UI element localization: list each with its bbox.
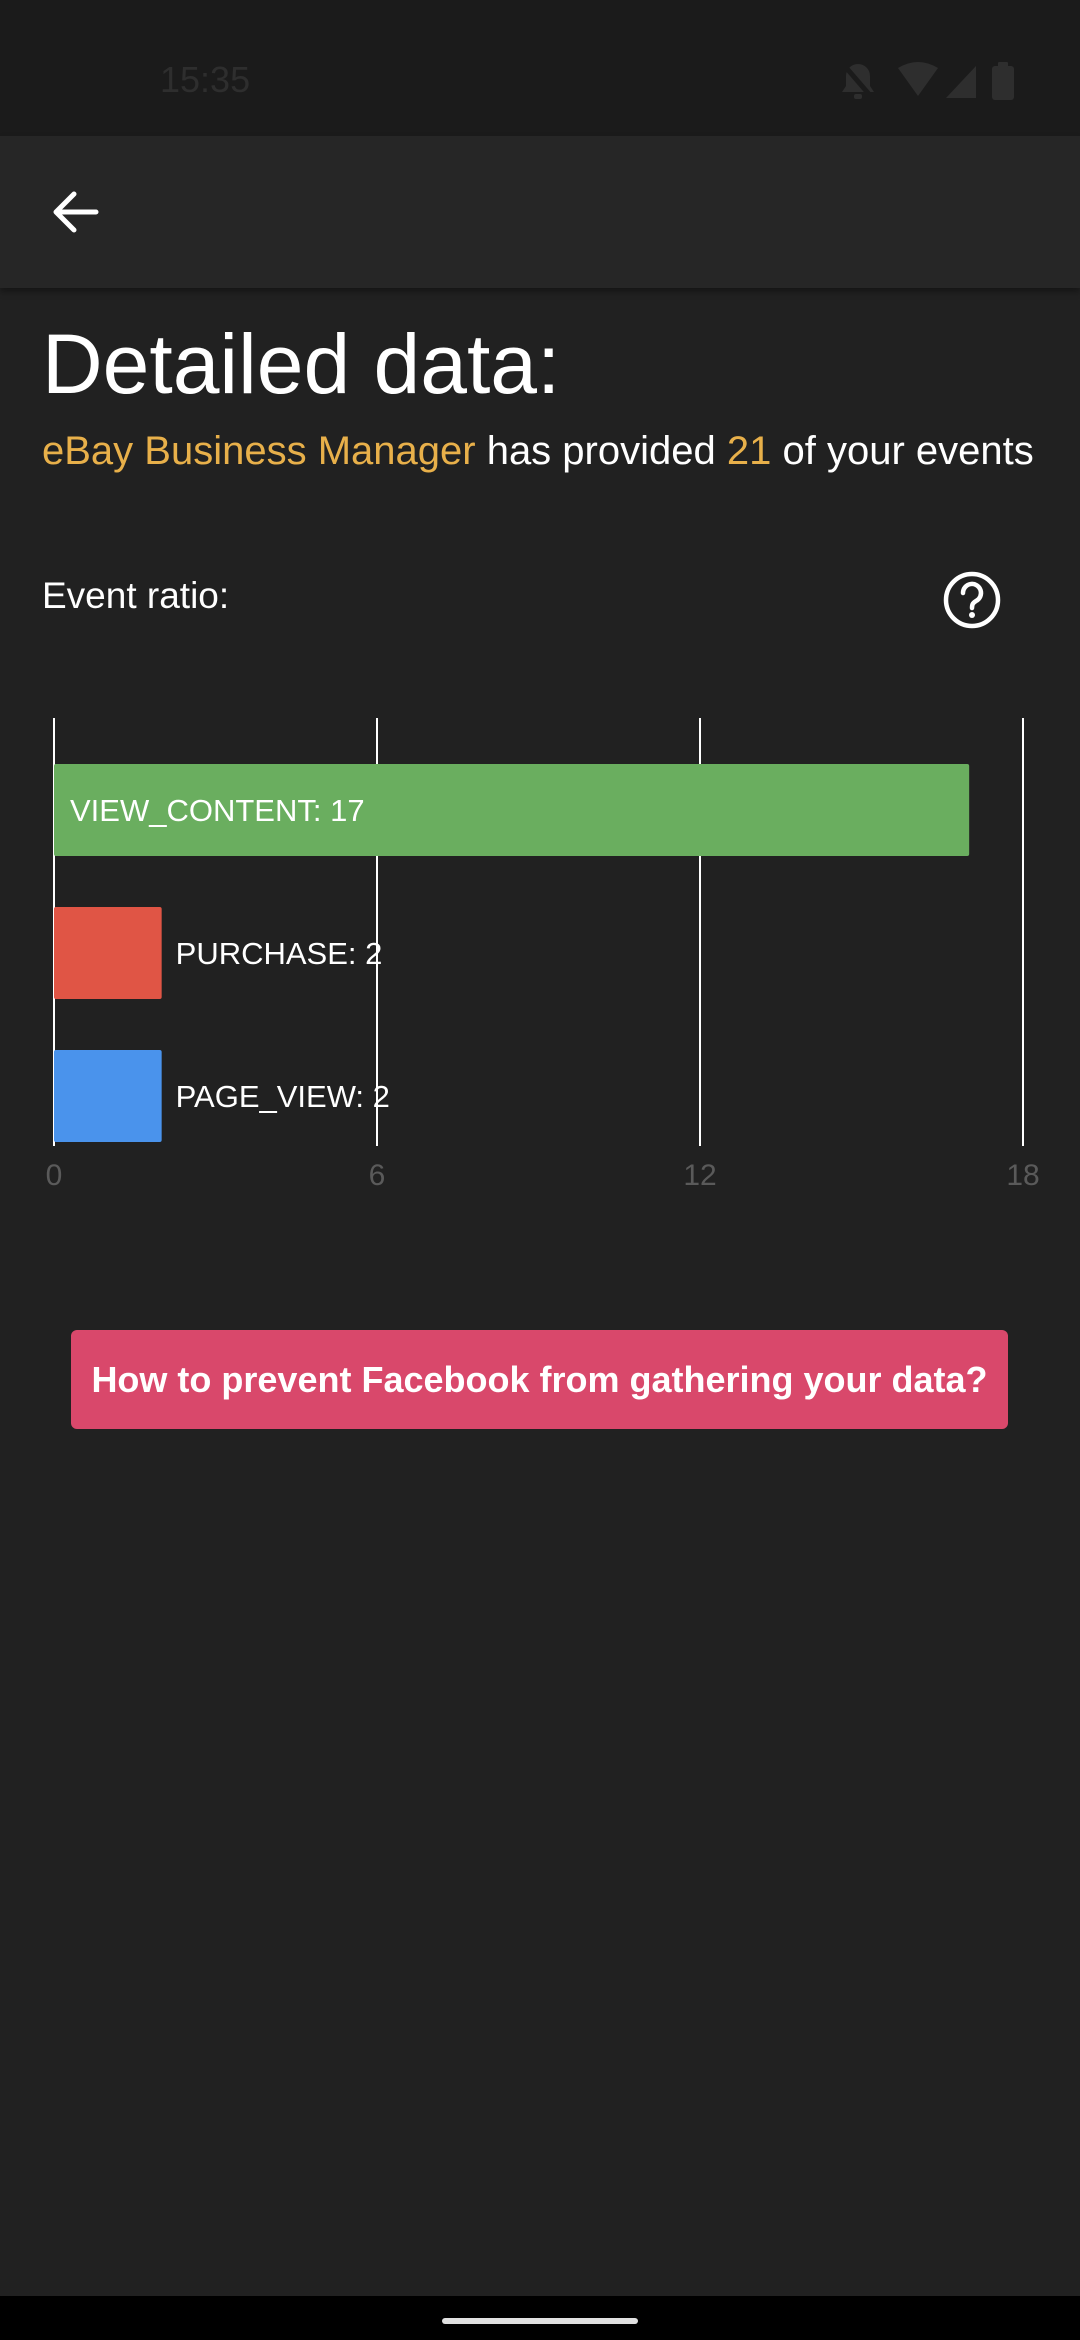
summary-end: of your events — [771, 429, 1034, 473]
event-ratio-chart: 0 6 12 18 VIEW_CONTENT: 17 PURCHASE: 2 PAGE_VI… — [0, 708, 1080, 1228]
navigation-bar — [0, 2296, 1080, 2340]
prevent-data-gathering-button[interactable]: How to prevent Facebook from gathering y… — [71, 1330, 1008, 1429]
bar-chart: 0 6 12 18 VIEW_CONTENT: 17 PURCHASE: 2 PAGE_VI… — [46, 718, 1040, 1192]
page-title: Detailed data: — [42, 317, 561, 411]
back-button[interactable] — [36, 172, 116, 252]
bar — [54, 1050, 162, 1142]
x-tick-label: 0 — [46, 1159, 63, 1192]
bar — [54, 907, 162, 999]
help-button[interactable] — [942, 570, 1002, 630]
event-count: 21 — [726, 429, 772, 473]
x-tick-label: 6 — [369, 1159, 386, 1192]
battery-icon — [992, 62, 1014, 100]
summary-mid: has provided — [475, 429, 727, 473]
event-ratio-label: Event ratio: — [42, 575, 230, 616]
app-name: eBay Business Manager — [42, 429, 476, 473]
status-icons — [840, 60, 1040, 104]
bar-label: PURCHASE: 2 — [176, 936, 383, 971]
signal-icon — [946, 66, 976, 98]
summary-text: eBay Business Manager has provided 21 of… — [42, 426, 1042, 476]
status-bar: 15:35 — [0, 0, 1080, 136]
x-tick-label: 12 — [683, 1159, 716, 1192]
help-circle-icon — [943, 571, 1001, 629]
app-bar — [0, 136, 1080, 288]
bar-label: VIEW_CONTENT: 17 — [70, 793, 365, 828]
arrow-left-icon — [53, 191, 99, 233]
status-time: 15:35 — [160, 59, 251, 100]
wifi-icon — [898, 62, 938, 96]
home-indicator[interactable] — [442, 2318, 638, 2324]
bar-label: PAGE_VIEW: 2 — [176, 1079, 390, 1114]
x-tick-label: 18 — [1006, 1159, 1039, 1192]
bell-off-icon — [841, 62, 876, 102]
